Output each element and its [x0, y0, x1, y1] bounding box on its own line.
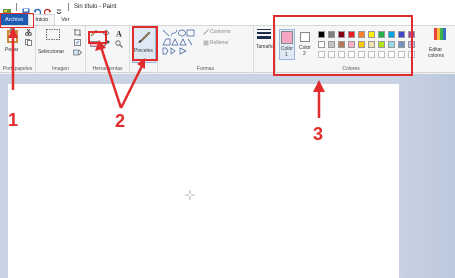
image-group-label: Imagen	[52, 66, 69, 72]
colors-highlight-box	[273, 15, 413, 76]
edit-colors-group: Editar colores	[426, 26, 455, 73]
cut-icon[interactable]	[25, 29, 32, 36]
crop-icon[interactable]	[74, 29, 81, 36]
text-icon[interactable]: A	[115, 29, 123, 38]
rotate-icon[interactable]	[73, 49, 82, 56]
shapes-group: Contorno Rellenar Formas	[158, 26, 254, 73]
copy-icon[interactable]	[25, 39, 32, 46]
select-icon	[46, 29, 60, 40]
edit-colors-icon	[434, 28, 446, 40]
brush-highlight-box	[132, 26, 158, 61]
shapes-group-label: Formas	[197, 66, 214, 72]
pencil-highlight-box	[88, 31, 107, 44]
contour-icon	[203, 29, 209, 35]
image-group: Seleccionar Imagen	[36, 26, 86, 73]
contour-label[interactable]: Contorno	[210, 29, 231, 35]
fill-label[interactable]: Rellenar	[210, 40, 229, 46]
clipboard-group: Pegar Portapapeles	[0, 26, 36, 73]
fill-icon	[203, 40, 209, 46]
tab-view[interactable]: Ver	[55, 14, 75, 25]
edit-colors-button[interactable]: Editar colores	[427, 28, 454, 62]
canvas-workspace	[0, 74, 455, 278]
annotation-number-2: 2	[115, 111, 126, 131]
line-width-icon	[257, 29, 271, 39]
workspace-margin	[399, 74, 455, 278]
paint-app-icon	[3, 3, 11, 15]
resize-icon[interactable]	[74, 39, 81, 46]
undo-icon[interactable]	[33, 3, 42, 17]
save-icon[interactable]	[22, 3, 30, 16]
select-button[interactable]: Seleccionar	[38, 29, 68, 63]
separator	[68, 3, 69, 11]
paste-button[interactable]: Pegar	[5, 28, 21, 56]
file-highlight-box	[0, 13, 34, 28]
clipboard-group-label: Portapapeles	[2, 66, 33, 72]
separator	[16, 3, 17, 11]
customize-toolbar-icon[interactable]	[55, 3, 63, 15]
shapes-gallery-icon	[162, 29, 195, 55]
quick-access-toolbar	[3, 3, 71, 17]
annotation-number-1: 1	[8, 110, 19, 130]
size-button[interactable]: Tamaño	[256, 28, 274, 62]
shapes-gallery[interactable]	[162, 29, 198, 55]
annotation-number-3: 3	[313, 124, 324, 144]
magnifier-icon[interactable]	[115, 40, 123, 48]
crosshair-cursor-icon	[185, 190, 195, 200]
redo-icon[interactable]	[43, 3, 52, 17]
tools-group-label: Herramientas	[92, 66, 123, 72]
window-title: Sin título - Paint	[74, 4, 117, 10]
svg-text:A: A	[116, 30, 122, 38]
title-bar: Sin título - Paint	[0, 0, 455, 17]
paste-icon	[7, 28, 18, 43]
drawing-canvas[interactable]	[8, 84, 402, 278]
